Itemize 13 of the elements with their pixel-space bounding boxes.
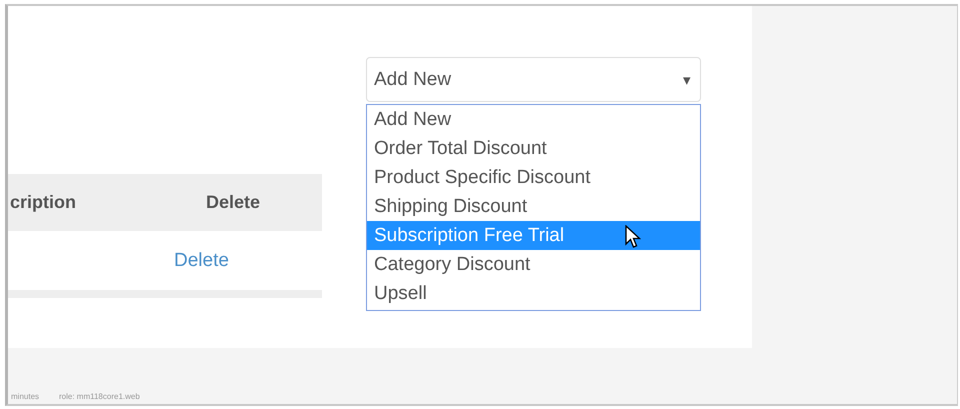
dropdown-option[interactable]: Order Total Discount: [367, 134, 700, 163]
dropdown-option[interactable]: Category Discount: [367, 250, 700, 279]
footer-text: minutes: [11, 392, 40, 401]
mouse-pointer-icon: [625, 225, 641, 249]
dropdown-option[interactable]: Product Specific Discount: [367, 163, 700, 192]
dropdown-option[interactable]: Upsell: [367, 279, 700, 308]
dropdown-option[interactable]: Shipping Discount: [367, 192, 700, 221]
column-header: cription: [10, 192, 77, 213]
type-select[interactable]: Add New ▾: [366, 57, 701, 102]
column-header: Delete: [206, 192, 260, 213]
footer-text: role: mm118core1.web: [59, 392, 140, 401]
dropdown-option[interactable]: Add New: [367, 105, 700, 134]
dropdown-arrow-icon: ▾: [683, 70, 691, 88]
